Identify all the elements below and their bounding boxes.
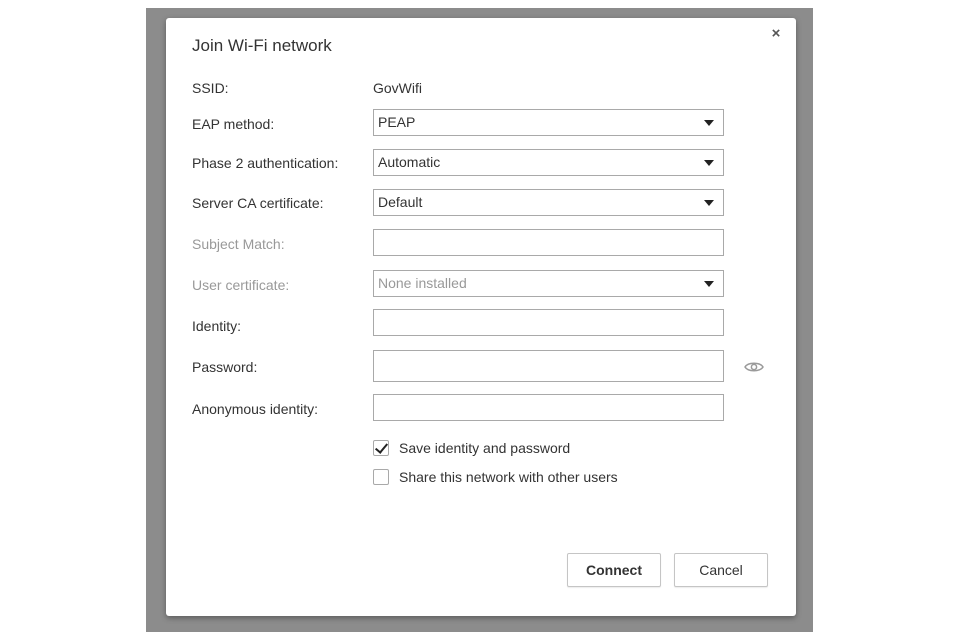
user-cert-select[interactable]: None installed [373,270,724,297]
server-ca-value: Default [378,194,423,210]
ssid-label: SSID: [192,80,229,96]
save-identity-checkbox[interactable] [373,440,389,456]
subject-match-input[interactable] [373,229,724,256]
join-wifi-dialog: Join Wi-Fi network × SSID: GovWifi EAP m… [166,18,796,616]
cancel-button[interactable]: Cancel [674,553,768,587]
chevron-down-icon [704,200,714,206]
share-network-label: Share this network with other users [399,469,618,485]
close-icon[interactable]: × [768,26,784,42]
phase2-select[interactable]: Automatic [373,149,724,176]
phase2-value: Automatic [378,154,441,170]
server-ca-label: Server CA certificate: [192,195,324,211]
eye-icon[interactable] [744,360,764,374]
dialog-title: Join Wi-Fi network [192,36,332,55]
user-cert-value: None installed [378,275,467,291]
eap-method-label: EAP method: [192,116,275,132]
share-network-row[interactable]: Share this network with other users [373,469,618,485]
password-label: Password: [192,359,258,375]
chevron-down-icon [704,281,714,287]
save-identity-label: Save identity and password [399,440,571,456]
server-ca-select[interactable]: Default [373,189,724,216]
anon-identity-input[interactable] [373,394,724,421]
password-input[interactable] [373,350,724,382]
eap-method-value: PEAP [378,114,416,130]
identity-input[interactable] [373,309,724,336]
eap-method-select[interactable]: PEAP [373,109,724,136]
identity-label: Identity: [192,318,242,334]
ssid-value: GovWifi [373,80,422,96]
chevron-down-icon [704,160,714,166]
anon-identity-label: Anonymous identity: [192,401,319,417]
chevron-down-icon [704,120,714,126]
share-network-checkbox[interactable] [373,469,389,485]
phase2-label: Phase 2 authentication: [192,155,339,171]
user-cert-label: User certificate: [192,277,290,293]
save-identity-row[interactable]: Save identity and password [373,440,570,456]
subject-match-label: Subject Match: [192,236,285,252]
connect-button[interactable]: Connect [567,553,661,587]
